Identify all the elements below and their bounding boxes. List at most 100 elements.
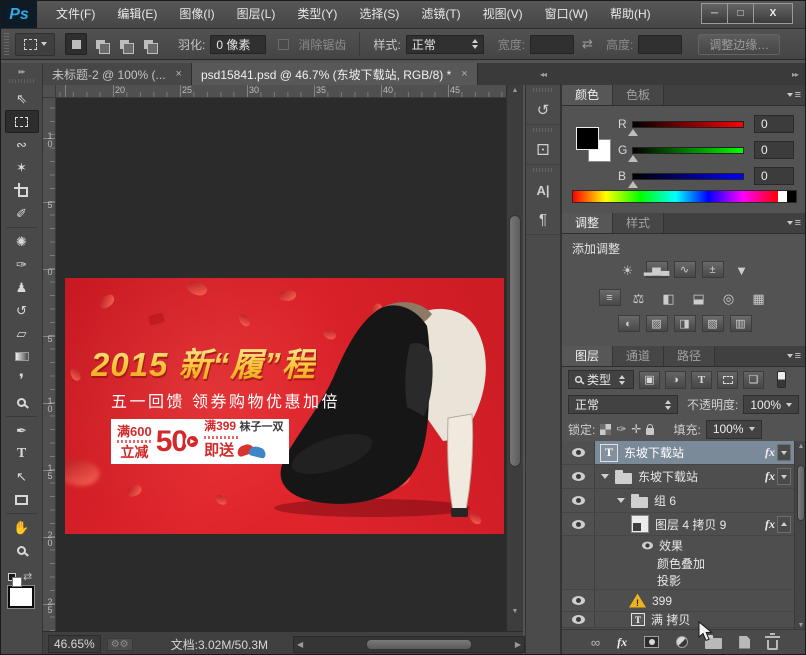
fx-collapse-button[interactable]	[777, 468, 791, 485]
layer-row-drop-shadow[interactable]: 投影	[562, 572, 805, 590]
hue-saturation-icon[interactable]: ≡	[598, 289, 621, 306]
visibility-cell[interactable]	[562, 441, 595, 464]
default-colors-icon[interactable]	[8, 572, 22, 587]
slider-thumb[interactable]	[628, 128, 638, 136]
scroll-down-icon[interactable]: ▼	[795, 622, 805, 629]
zoom-level-field[interactable]: 46.65%	[48, 635, 101, 653]
delete-layer-icon[interactable]	[765, 632, 781, 650]
close-tab-icon[interactable]: ×	[461, 68, 467, 80]
intersect-selection-button[interactable]	[137, 33, 159, 55]
collapse-tools-icon[interactable]: ▸▸	[1, 63, 42, 78]
filter-toggle-switch[interactable]	[777, 371, 786, 388]
collapse-group-icon[interactable]	[617, 498, 625, 503]
canvas-vscrollbar[interactable]: ▲ ▼	[506, 85, 523, 631]
brightness-contrast-icon[interactable]: ☀	[616, 261, 640, 280]
blue-value-field[interactable]: 0	[754, 167, 794, 185]
color-balance-icon[interactable]: ⚖	[627, 289, 651, 308]
white-picker[interactable]	[778, 191, 787, 202]
dodge-tool[interactable]	[5, 391, 39, 414]
tab-swatches[interactable]: 色板	[613, 85, 665, 105]
3d-panel-icon[interactable]: ⚀	[526, 135, 560, 165]
path-selection-tool[interactable]: ↖	[5, 465, 39, 488]
menu-window[interactable]: 窗口(W)	[534, 1, 599, 28]
layer-list-scrollbar[interactable]: ▲ ▼	[794, 441, 805, 631]
visibility-cell[interactable]	[562, 465, 595, 488]
horizontal-ruler[interactable]: 20 25 30 35 40 45	[56, 85, 506, 98]
pen-tool[interactable]: ✒	[5, 419, 39, 442]
close-tab-icon[interactable]: ×	[176, 68, 182, 80]
menu-view[interactable]: 视图(V)	[472, 1, 534, 28]
panel-grip[interactable]	[533, 128, 553, 132]
channel-mixer-icon[interactable]: ◎	[717, 289, 741, 308]
menu-layer[interactable]: 图层(L)	[226, 1, 287, 28]
selective-color-icon[interactable]: ▥	[729, 315, 752, 332]
panel-grip[interactable]	[533, 168, 553, 172]
brush-tool[interactable]: ✑	[5, 253, 39, 276]
refine-edge-button[interactable]: 调整边缘…	[698, 33, 781, 55]
clone-stamp-tool[interactable]: ♟	[5, 276, 39, 299]
vscrollbar-thumb[interactable]	[509, 215, 521, 467]
scroll-up-icon[interactable]: ▲	[507, 87, 523, 94]
crop-tool[interactable]	[5, 179, 39, 202]
invert-icon[interactable]: ◐	[617, 315, 640, 332]
opacity-dropdown[interactable]: 100%	[743, 395, 800, 414]
visibility-cell[interactable]	[562, 513, 595, 535]
rectangular-marquee-tool[interactable]	[4, 110, 39, 133]
height-input[interactable]	[638, 34, 683, 54]
slider-thumb[interactable]	[628, 154, 638, 162]
vertical-ruler[interactable]: 10 5 0 5 10 15 20 25	[43, 98, 56, 631]
slider-thumb[interactable]	[628, 180, 638, 188]
menu-help[interactable]: 帮助(H)	[599, 1, 662, 28]
swap-dimensions-icon[interactable]: ⇄	[582, 36, 593, 52]
lock-all-icon[interactable]	[646, 423, 655, 435]
eye-icon[interactable]	[571, 448, 585, 457]
scroll-up-icon[interactable]: ▲	[795, 443, 805, 450]
close-button[interactable]: X	[753, 3, 793, 24]
panel-menu-icon[interactable]: ≡	[787, 89, 801, 101]
ruler-origin-corner[interactable]	[43, 85, 56, 98]
visibility-cell[interactable]	[562, 590, 595, 611]
curves-icon[interactable]: ∿	[673, 261, 696, 278]
new-layer-icon[interactable]	[739, 635, 751, 649]
panel-menu-icon[interactable]: ≡	[787, 350, 801, 362]
tab-channels[interactable]: 通道	[613, 346, 665, 366]
red-value-field[interactable]: 0	[754, 115, 794, 133]
red-slider[interactable]	[628, 120, 744, 136]
filter-pixel-layers-icon[interactable]: ▣	[639, 370, 660, 389]
layer-row-man-copy[interactable]: T 满 拷贝	[562, 612, 805, 628]
lock-pixels-icon[interactable]: ✑	[616, 422, 626, 436]
feather-input[interactable]: 0 像素	[210, 34, 267, 54]
tab-untitled-2[interactable]: 未标题-2 @ 100% (... ×	[43, 63, 192, 85]
gradient-map-icon[interactable]: ▧	[701, 315, 724, 332]
menu-file[interactable]: 文件(F)	[45, 1, 106, 28]
panel-menu-icon[interactable]: ≡	[787, 217, 801, 229]
magic-wand-tool[interactable]: ✶	[5, 156, 39, 179]
hand-tool[interactable]: ✋	[5, 516, 39, 539]
menu-filter[interactable]: 滤镜(T)	[410, 1, 471, 28]
tab-layers[interactable]: 图层	[562, 346, 614, 366]
layer-row-399[interactable]: ! 399	[562, 590, 805, 612]
eye-icon[interactable]	[571, 519, 585, 529]
black-white-icon[interactable]: ◧	[657, 289, 681, 308]
black-picker[interactable]	[787, 191, 796, 202]
tab-psd15841[interactable]: psd15841.psd @ 46.7% (东坡下载站, RGB/8) * ×	[191, 63, 478, 85]
layer-row-color-overlay[interactable]: 颜色叠加	[562, 554, 805, 572]
fx-collapse-button[interactable]	[777, 444, 791, 461]
photo-filter-icon[interactable]: ⬓	[687, 289, 711, 308]
tools-grip[interactable]	[9, 79, 34, 83]
blue-slider[interactable]	[628, 172, 744, 188]
new-adjustment-layer-icon[interactable]	[676, 636, 689, 648]
foreground-color-swatch[interactable]	[7, 585, 35, 609]
layer-row-effects[interactable]: 效果	[562, 536, 805, 554]
add-layer-mask-icon[interactable]	[644, 636, 660, 648]
scroll-down-icon[interactable]: ▼	[507, 608, 523, 615]
green-slider[interactable]	[628, 146, 744, 162]
type-tool[interactable]: T	[5, 442, 39, 465]
filter-type-layers-icon[interactable]: T	[691, 370, 712, 389]
eye-icon[interactable]	[571, 472, 585, 481]
add-selection-button[interactable]	[89, 33, 111, 55]
collapse-group-icon[interactable]	[601, 474, 609, 479]
visibility-cell[interactable]	[562, 489, 595, 512]
fill-dropdown[interactable]: 100%	[705, 419, 762, 439]
eye-icon[interactable]	[571, 596, 585, 605]
